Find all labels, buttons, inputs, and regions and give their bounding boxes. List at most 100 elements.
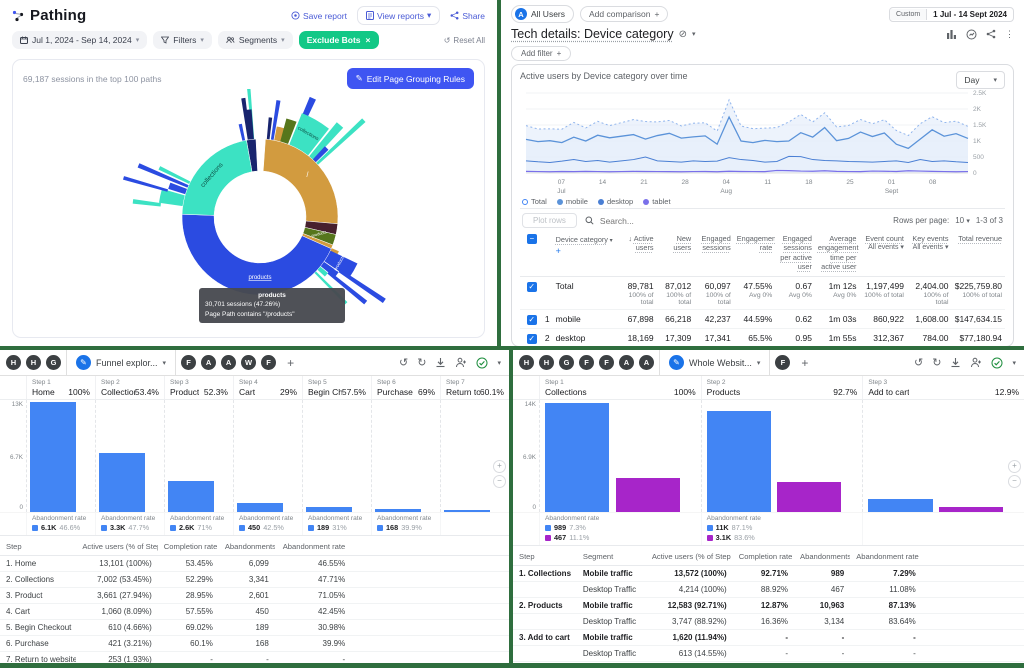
granularity-select[interactable]: Day ▾ (956, 71, 1005, 89)
zoom-out-button[interactable]: − (493, 475, 506, 488)
active-exploration-tab[interactable]: ✎ Funnel explor... ▾ (66, 350, 176, 375)
date-range-picker[interactable]: Custom 1 Jul - 14 Sept 2024 (889, 7, 1014, 22)
zoom-in-button[interactable]: + (1008, 460, 1021, 473)
edit-page-grouping-button[interactable]: ✎ Edit Page Grouping Rules (347, 68, 474, 89)
select-all-checkbox[interactable]: − (527, 234, 537, 244)
exploration-tab[interactable]: G (46, 355, 61, 370)
exploration-tab[interactable]: A (639, 355, 654, 370)
redo-icon[interactable]: ↻ (417, 356, 426, 369)
exploration-tab[interactable]: H (519, 355, 534, 370)
metric-header[interactable]: Total revenue (951, 232, 1005, 276)
table-row[interactable]: 2. ProductsMobile traffic12,583 (92.71%)… (513, 598, 1024, 614)
download-icon[interactable] (950, 357, 961, 368)
search-input[interactable] (598, 215, 692, 227)
undo-icon[interactable]: ↺ (399, 356, 408, 369)
row-checkbox[interactable]: ✓ (527, 315, 537, 325)
table-row[interactable]: 4. Cart1,060 (8.09%)57.55%45042.45% (0, 604, 509, 620)
table-row[interactable]: 3. Add to cartMobile traffic1,620 (11.94… (513, 630, 1024, 646)
dimension-header[interactable]: Device category ▾ + (553, 232, 617, 276)
download-icon[interactable] (435, 357, 446, 368)
metric-header[interactable]: New users (657, 232, 695, 276)
chevron-down-icon[interactable]: ▾ (692, 30, 696, 38)
metric-header[interactable]: Key eventsAll events ▾ (907, 232, 952, 276)
exclude-bots-chip[interactable]: Exclude Bots × (299, 31, 379, 49)
metric-subfilter[interactable]: All events ▾ (910, 243, 949, 252)
metric-header[interactable]: Average engagement time per active user (815, 232, 860, 276)
close-icon[interactable]: × (366, 35, 371, 45)
column-header[interactable]: Abandonment rate (850, 548, 922, 566)
legend-item[interactable]: desktop (598, 197, 633, 206)
table-row[interactable]: 1. Home13,101 (100%)53.45%6,09946.55% (0, 556, 509, 572)
exploration-tab[interactable]: H (6, 355, 21, 370)
column-header[interactable]: Step (513, 548, 577, 566)
exploration-tab[interactable]: F (181, 355, 196, 370)
exploration-tab[interactable]: F (261, 355, 276, 370)
share-button[interactable]: Share (450, 11, 485, 21)
column-header[interactable]: Abandonment rate (275, 538, 351, 556)
exploration-tab[interactable]: A (201, 355, 216, 370)
metric-header[interactable]: Engaged sessions per active user (775, 232, 815, 276)
column-header[interactable]: Step (0, 538, 76, 556)
table-row[interactable]: Desktop Traffic3,747 (88.92%)16.36%3,134… (513, 614, 1024, 630)
chevron-down-icon[interactable]: ▾ (1012, 359, 1016, 367)
add-comparison-chip[interactable]: Add comparison + (580, 6, 668, 22)
new-tab-button[interactable]: + (281, 356, 300, 370)
exploration-tab[interactable]: A (619, 355, 634, 370)
column-header[interactable]: Abandonments (219, 538, 275, 556)
row-checkbox[interactable]: ✓ (527, 282, 537, 292)
segments-button[interactable]: Segments ▾ (218, 31, 293, 49)
new-tab-button[interactable]: + (795, 356, 814, 370)
metric-header[interactable]: ↓ Active users (617, 232, 657, 276)
save-report-button[interactable]: Save report (291, 11, 347, 21)
exploration-tab[interactable]: F (775, 355, 790, 370)
chart-toggle-icon[interactable] (946, 29, 957, 40)
table-row[interactable]: 2. Collections7,002 (53.45%)52.29%3,3414… (0, 572, 509, 588)
all-users-chip[interactable]: A All Users (511, 5, 574, 23)
insights-icon[interactable] (966, 29, 977, 40)
more-vert-icon[interactable]: ⋮ (1005, 29, 1014, 40)
row-checkbox[interactable]: ✓ (527, 334, 537, 344)
table-row[interactable]: 1. CollectionsMobile traffic13,572 (100%… (513, 566, 1024, 582)
legend-item[interactable]: Total (522, 197, 547, 206)
date-range-picker[interactable]: Jul 1, 2024 - Sep 14, 2024 ▾ (12, 31, 147, 49)
table-row[interactable]: Desktop Traffic4,214 (100%)88.92%46711.0… (513, 582, 1024, 598)
column-header[interactable]: Abandonments (794, 548, 850, 566)
filters-button[interactable]: Filters ▾ (153, 31, 212, 49)
table-row[interactable]: ✓2desktop18,16917,30917,34165.5%0.951m 5… (520, 328, 1005, 346)
zoom-in-button[interactable]: + (493, 460, 506, 473)
exploration-tab[interactable]: A (221, 355, 236, 370)
share-user-icon[interactable] (970, 357, 982, 368)
saved-check-icon[interactable] (476, 357, 488, 369)
share-icon[interactable] (986, 29, 996, 39)
exploration-tab[interactable]: F (599, 355, 614, 370)
undo-icon[interactable]: ↺ (914, 356, 923, 369)
table-row[interactable]: 6. Purchase421 (3.21%)60.1%16839.9% (0, 636, 509, 652)
share-user-icon[interactable] (455, 357, 467, 368)
metric-header[interactable]: Engagement rate (734, 232, 776, 276)
chevron-down-icon[interactable]: ▾ (497, 359, 501, 367)
exploration-tab[interactable]: G (559, 355, 574, 370)
legend-item[interactable]: tablet (643, 197, 670, 206)
plot-rows-button[interactable]: Plot rows (522, 213, 577, 228)
column-header[interactable]: Active users (% of Step 1) (646, 548, 733, 566)
reset-all-button[interactable]: ↺ Reset All (444, 36, 485, 45)
table-row[interactable]: Desktop Traffic613 (14.55%)--- (513, 646, 1024, 662)
column-header[interactable]: Active users (% of Step 1) (76, 538, 157, 556)
saved-check-icon[interactable] (991, 357, 1003, 369)
view-reports-button[interactable]: View reports ▾ (357, 6, 440, 25)
add-dimension-icon[interactable]: + (556, 246, 561, 256)
column-header[interactable]: Completion rate (733, 548, 794, 566)
table-row[interactable]: 3. Product3,661 (27.94%)28.95%2,60171.05… (0, 588, 509, 604)
zoom-out-button[interactable]: − (1008, 475, 1021, 488)
column-header[interactable]: Segment (577, 548, 646, 566)
exploration-tab[interactable]: H (539, 355, 554, 370)
exploration-tab[interactable]: W (241, 355, 256, 370)
table-row[interactable]: 7. Return to website253 (1.93%)--- (0, 652, 509, 664)
column-header[interactable]: Completion rate (158, 538, 219, 556)
table-row[interactable]: ✓1mobile67,89866,21842,23744.59%0.621m 0… (520, 309, 1005, 328)
add-filter-button[interactable]: Add filter + (511, 46, 571, 61)
metric-subfilter[interactable]: All events ▾ (862, 243, 904, 252)
metric-header[interactable]: Event countAll events ▾ (859, 232, 907, 276)
legend-item[interactable]: mobile (557, 197, 588, 206)
active-exploration-tab[interactable]: ✎ Whole Websit... ▾ (659, 350, 770, 375)
